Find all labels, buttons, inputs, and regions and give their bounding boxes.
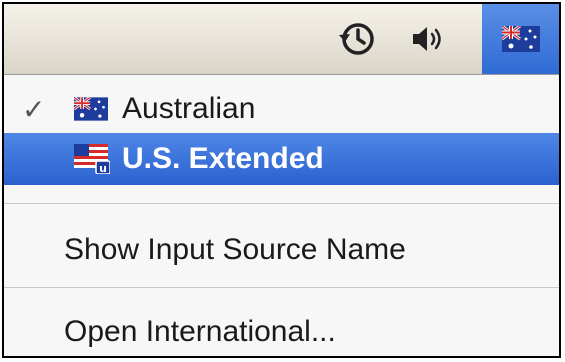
input-menu-extra[interactable] [482,4,559,74]
usa-flag-icon: u [74,144,110,174]
screenshot-frame: ✓ Australian u U.S. Extended Show Input … [2,2,561,358]
volume-icon [413,27,441,51]
checkmark-icon: ✓ [22,93,46,125]
menu-item-label: Australian [122,92,256,125]
menu-bar [4,4,559,75]
menu-item-label: U.S. Extended [122,142,324,175]
svg-text:u: u [99,162,107,174]
menu-item-open-international[interactable]: Open International... [4,307,559,356]
menu-item-australian[interactable]: ✓ Australian [4,87,559,131]
time-machine-icon [339,23,374,55]
menu-item-label: Open International... [64,315,336,348]
menu-separator [4,203,559,204]
menu-item-label: Show Input Source Name [64,233,406,266]
australia-flag-icon [74,97,108,121]
volume-menu-extra[interactable] [402,4,454,74]
menu-separator [4,287,559,288]
menu-item-show-input-source-name[interactable]: Show Input Source Name [4,225,559,275]
input-source-menu: ✓ Australian u U.S. Extended Show Input … [4,75,559,356]
menu-item-us-extended[interactable]: u U.S. Extended [4,133,559,185]
australia-flag-icon [501,26,540,52]
time-machine-menu-extra[interactable] [324,4,390,74]
